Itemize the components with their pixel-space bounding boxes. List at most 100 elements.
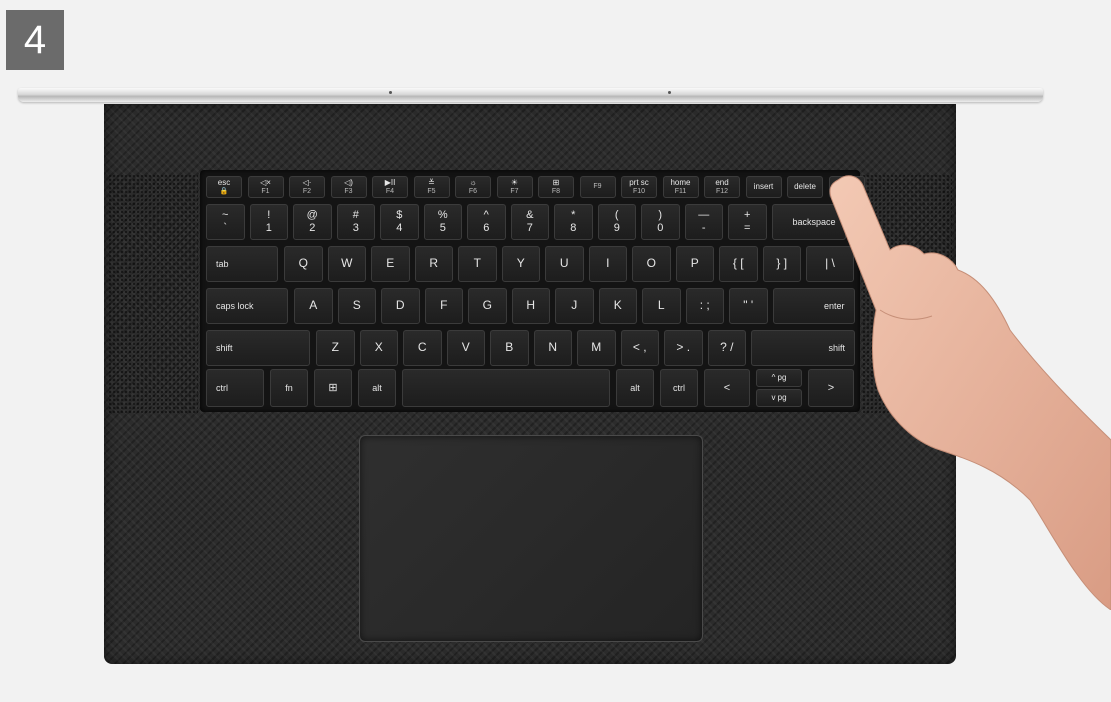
key-3[interactable]: E	[371, 246, 410, 282]
key-function-6[interactable]: ≚ F5	[413, 176, 450, 198]
key-ctrl-left[interactable]: ctrl	[206, 369, 264, 407]
key-bottom-symbol: 3	[352, 222, 359, 234]
key-label: ☀	[510, 178, 519, 188]
key-number-2[interactable]: @2	[293, 204, 332, 240]
key-function-3[interactable]: ◁· F2	[289, 176, 325, 198]
key-shift-row-5[interactable]: B	[490, 330, 529, 366]
key-label: ☼	[469, 178, 477, 188]
key-number-4[interactable]: $4	[380, 204, 419, 240]
key-windows[interactable]: ⊞	[314, 369, 352, 407]
key-sublabel: F3	[344, 187, 353, 195]
key-home-5[interactable]: G	[468, 288, 507, 324]
lid-sensor-dot	[668, 91, 671, 94]
key-number-1[interactable]: ! 1	[249, 204, 288, 240]
key-home-8[interactable]: K	[598, 288, 637, 324]
key-shift-row-3[interactable]: C	[403, 330, 442, 366]
touchpad[interactable]	[359, 435, 703, 642]
key-6[interactable]: Y	[501, 246, 540, 282]
key-shift-row-2[interactable]: X	[359, 330, 398, 366]
key-2[interactable]: W	[327, 246, 366, 282]
key-shift-row-7[interactable]: M	[577, 330, 616, 366]
key-home-3[interactable]: D	[381, 288, 420, 324]
key-shift-left[interactable]: shift	[206, 330, 310, 366]
key-top-symbol: (	[614, 209, 619, 222]
key-7[interactable]: U	[545, 246, 584, 282]
key-number-10[interactable]: ) 0	[641, 204, 680, 240]
key-number-12[interactable]: + =	[728, 204, 767, 240]
key-function-1[interactable]: esc 🔒	[206, 176, 242, 198]
key-sublabel: 🔒	[219, 187, 229, 195]
key-arrow-down[interactable]: v pg	[756, 389, 802, 407]
key-alt-right[interactable]: alt	[616, 369, 654, 407]
key-function-13[interactable]: end F12	[704, 176, 740, 198]
key-shift-row-6[interactable]: N	[533, 330, 572, 366]
key-1[interactable]: Q	[284, 246, 323, 282]
key-sublabel: F12	[715, 187, 729, 195]
key-top-symbol: ^	[483, 209, 489, 222]
key-arrow-up[interactable]: ^ pg	[756, 369, 802, 387]
key-10[interactable]: P	[675, 246, 714, 282]
key-function-5[interactable]: ▶II F4	[372, 176, 408, 198]
key-alt-left[interactable]: alt	[358, 369, 396, 407]
key-sublabel: F2	[302, 187, 312, 195]
key-function-7[interactable]: ☼ F6	[455, 176, 491, 198]
key-sublabel: F4	[385, 187, 395, 195]
key-label: ▶II	[384, 178, 396, 188]
key-number-3[interactable]: #3	[336, 204, 375, 240]
key-12[interactable]: } ]	[762, 246, 801, 282]
key-function-4[interactable]: ◁) F3	[330, 176, 367, 198]
key-home-10[interactable]: : ;	[685, 288, 724, 324]
key-top-symbol: —	[698, 209, 710, 222]
key-11[interactable]: { [	[719, 246, 758, 282]
key-bottom-symbol: 4	[396, 222, 403, 234]
key-function-11[interactable]: prt sc F10	[621, 176, 657, 198]
key-function-12[interactable]: home F11	[662, 176, 699, 198]
key-home-7[interactable]: J	[555, 288, 594, 324]
key-caps-lock[interactable]: caps lock	[206, 288, 288, 324]
key-number-6[interactable]: ^ 6	[467, 204, 506, 240]
left-speaker-grille	[108, 174, 198, 414]
key-number-0[interactable]: ~ `	[206, 204, 245, 240]
key-home-1[interactable]: A	[294, 288, 333, 324]
key-number-8[interactable]: * 8	[554, 204, 593, 240]
key-sublabel: F8	[551, 187, 561, 195]
key-number-5[interactable]: % 5	[423, 204, 462, 240]
key-number-11[interactable]: — -	[684, 204, 723, 240]
key-function-9[interactable]: ⊞ F8	[538, 176, 574, 198]
key-4[interactable]: R	[414, 246, 453, 282]
key-home-11[interactable]: " '	[729, 288, 768, 324]
key-label: home	[670, 178, 691, 188]
lid-sensor-dot	[389, 91, 392, 94]
key-function-15[interactable]: delete	[787, 176, 823, 198]
key-top-symbol: !	[267, 209, 271, 222]
key-label: ◁·	[302, 178, 312, 188]
key-fn[interactable]: fn	[270, 369, 308, 407]
key-number-9[interactable]: (9	[597, 204, 636, 240]
key-bottom-symbol: 0	[657, 222, 664, 234]
key-top-symbol: +	[744, 209, 751, 222]
key-number-7[interactable]: & 7	[510, 204, 549, 240]
key-function-2[interactable]: ◁× F1	[247, 176, 284, 198]
key-tab[interactable]: tab	[206, 246, 278, 282]
key-spacebar[interactable]	[402, 369, 610, 407]
key-shift-row-9[interactable]: > .	[664, 330, 703, 366]
key-shift-row-8[interactable]: < ,	[620, 330, 659, 366]
key-sublabel: F11	[674, 187, 687, 195]
key-function-10[interactable]: F9	[579, 176, 616, 198]
key-shift-row-1[interactable]: Z	[316, 330, 355, 366]
key-home-4[interactable]: F	[424, 288, 463, 324]
key-function-8[interactable]: ☀ F7	[496, 176, 533, 198]
key-shift-row-4[interactable]: V	[446, 330, 485, 366]
key-sublabel: F10	[632, 187, 646, 195]
key-home-6[interactable]: H	[511, 288, 550, 324]
key-arrow-left[interactable]: <	[704, 369, 750, 407]
key-5[interactable]: T	[458, 246, 497, 282]
key-home-9[interactable]: L	[642, 288, 681, 324]
key-top-symbol: $	[396, 209, 403, 222]
key-home-2[interactable]: S	[337, 288, 376, 324]
key-8[interactable]: I	[588, 246, 627, 282]
key-9[interactable]: O	[632, 246, 671, 282]
key-ctrl-right[interactable]: ctrl	[660, 369, 698, 407]
key-function-14[interactable]: insert	[745, 176, 782, 198]
key-shift-row-10[interactable]: ? /	[707, 330, 746, 366]
